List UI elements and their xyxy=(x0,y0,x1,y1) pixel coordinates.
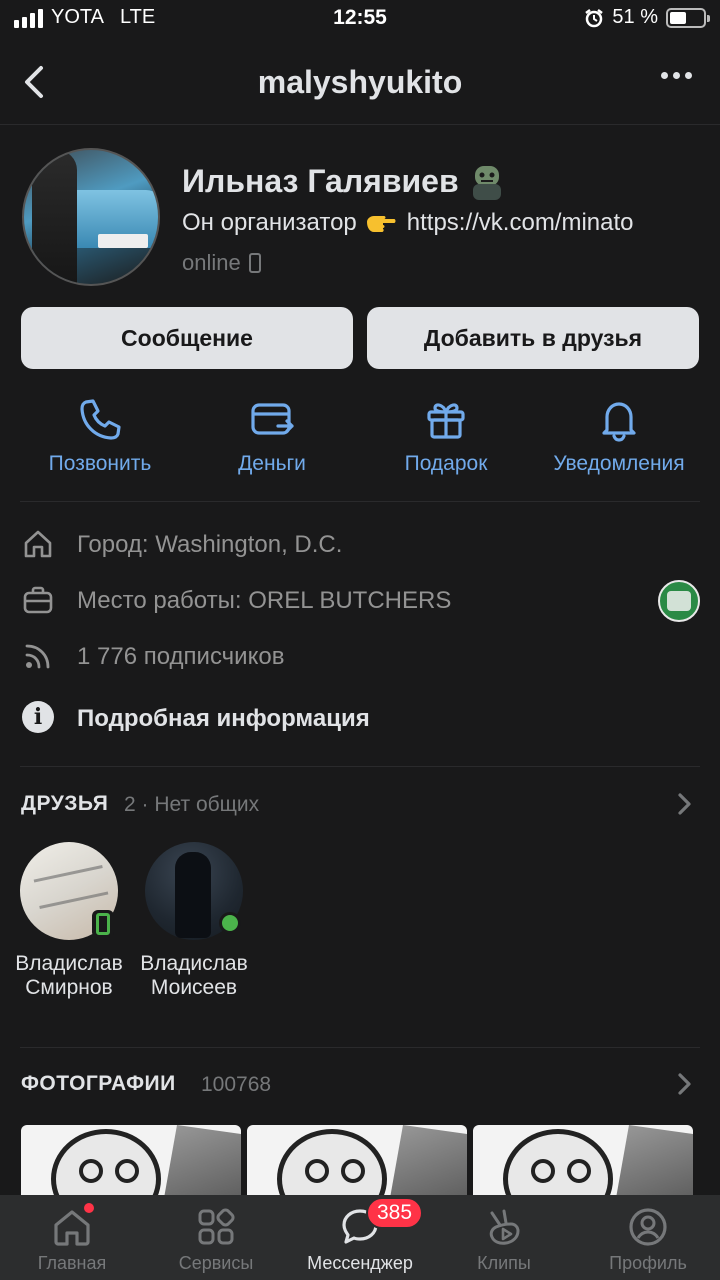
profile-name-text: Ильназ Галявиев xyxy=(182,163,459,199)
work-text: Место работы: OREL BUTCHERS xyxy=(77,587,452,614)
mobile-online-icon xyxy=(92,910,114,938)
orel-butchers-logo[interactable] xyxy=(658,580,700,622)
status-link[interactable]: https://vk.com/minato xyxy=(407,209,634,237)
photo-thumbnail[interactable] xyxy=(473,1125,693,1205)
city-text: Город: Washington, D.C. xyxy=(77,531,343,558)
photos-title: ФОТОГРАФИИ xyxy=(21,1072,176,1095)
header: malyshyukito xyxy=(0,50,720,114)
chevron-right-icon xyxy=(678,793,691,815)
tab-profile[interactable]: Профиль xyxy=(576,1195,720,1280)
money-action[interactable]: Деньги xyxy=(182,396,362,476)
bell-icon xyxy=(602,402,636,442)
profile-status: Он организатор https://vk.com/minato xyxy=(182,209,634,237)
friend-name: Владислав Смирнов xyxy=(15,952,123,999)
info-followers[interactable]: 1 776 подписчиков xyxy=(0,636,720,676)
divider xyxy=(20,1047,700,1048)
gift-action[interactable]: Подарок xyxy=(356,396,536,476)
more-dot xyxy=(685,72,692,79)
photo-thumbnail[interactable] xyxy=(247,1125,467,1205)
info-icon: i xyxy=(22,701,54,733)
gift-label: Подарок xyxy=(404,452,488,475)
divider xyxy=(20,501,700,502)
tab-home[interactable]: Главная xyxy=(0,1195,144,1280)
tab-label: Клипы xyxy=(477,1253,531,1273)
friend-name: Владислав Моисеев xyxy=(140,952,248,999)
notifications-action[interactable]: Уведомления xyxy=(529,396,709,476)
status-right: 51 % xyxy=(584,6,710,29)
message-button[interactable]: Сообщение xyxy=(21,307,353,369)
home-icon xyxy=(50,1203,94,1249)
followers-text: 1 776 подписчиков xyxy=(77,643,285,670)
friend-card[interactable]: Владислав Смирнов xyxy=(4,842,134,1000)
tab-label: Главная xyxy=(37,1253,107,1273)
tab-label: Мессенджер xyxy=(307,1253,413,1273)
call-action[interactable]: Позвонить xyxy=(10,396,190,476)
friends-header[interactable]: ДРУЗЬЯ 2 · Нет общих xyxy=(21,786,701,822)
clips-icon xyxy=(482,1205,526,1249)
more-dot xyxy=(661,72,668,79)
status-text: Он организатор xyxy=(182,209,357,236)
online-dot-icon xyxy=(219,912,241,934)
services-icon xyxy=(194,1205,238,1249)
battery-percent: 51 % xyxy=(612,6,658,28)
more-dot xyxy=(673,72,680,79)
chevron-right-icon xyxy=(678,1073,691,1095)
friends-subtitle: 2 · Нет общих xyxy=(124,793,260,816)
add-friend-button[interactable]: Добавить в друзья xyxy=(367,307,699,369)
profile-icon xyxy=(626,1205,670,1249)
status-bar: YOTA LTE 12:55 51 % xyxy=(0,0,720,40)
avatar xyxy=(145,842,243,940)
tab-clips[interactable]: Клипы xyxy=(432,1195,576,1280)
home-icon xyxy=(24,530,52,558)
money-label: Деньги xyxy=(238,452,306,475)
tab-bar: Главная Сервисы 385 Мессенджер Клипы Про… xyxy=(0,1195,720,1280)
pointing-hand-icon xyxy=(366,216,396,232)
tab-services[interactable]: Сервисы xyxy=(144,1195,288,1280)
avatar xyxy=(20,842,118,940)
unread-badge: 385 xyxy=(366,1197,424,1229)
page-title: malyshyukito xyxy=(257,64,463,100)
info-city: Город: Washington, D.C. xyxy=(0,524,720,564)
divider xyxy=(0,124,720,125)
details-text: Подробная информация xyxy=(77,705,370,732)
quick-actions: Позвонить Деньги Подарок Уведомления xyxy=(0,396,720,486)
online-status: online xyxy=(182,250,261,276)
tab-label: Сервисы xyxy=(178,1253,254,1273)
more-button[interactable] xyxy=(661,72,692,79)
profile-name: Ильназ Галявиев xyxy=(182,163,507,200)
gift-icon xyxy=(427,403,465,439)
alarm-icon xyxy=(585,8,604,27)
online-text: online xyxy=(182,250,241,275)
rss-icon xyxy=(25,644,50,669)
photo-thumbnail[interactable] xyxy=(21,1125,241,1205)
photos-header[interactable]: ФОТОГРАФИИ 100768 xyxy=(21,1066,701,1102)
phone-icon xyxy=(80,399,121,440)
photos-count: 100768 xyxy=(201,1073,272,1096)
profile-avatar[interactable] xyxy=(22,148,160,286)
info-details[interactable]: i Подробная информация xyxy=(0,698,720,738)
info-work[interactable]: Место работы: OREL BUTCHERS xyxy=(0,580,720,622)
mobile-icon xyxy=(248,253,261,273)
money-transfer-icon xyxy=(251,403,294,435)
tab-label: Профиль xyxy=(609,1253,687,1273)
call-label: Позвонить xyxy=(48,452,152,475)
friends-title: ДРУЗЬЯ xyxy=(21,792,109,815)
divider xyxy=(20,766,700,767)
zombie-emoji-icon xyxy=(472,165,501,200)
battery-icon xyxy=(666,7,710,28)
briefcase-icon xyxy=(23,586,53,614)
messenger-icon: 385 xyxy=(338,1197,424,1249)
tab-messenger[interactable]: 385 Мессенджер xyxy=(288,1195,432,1280)
notification-dot xyxy=(84,1203,94,1213)
friend-card[interactable]: Владислав Моисеев xyxy=(129,842,259,1000)
notifications-label: Уведомления xyxy=(553,452,685,475)
